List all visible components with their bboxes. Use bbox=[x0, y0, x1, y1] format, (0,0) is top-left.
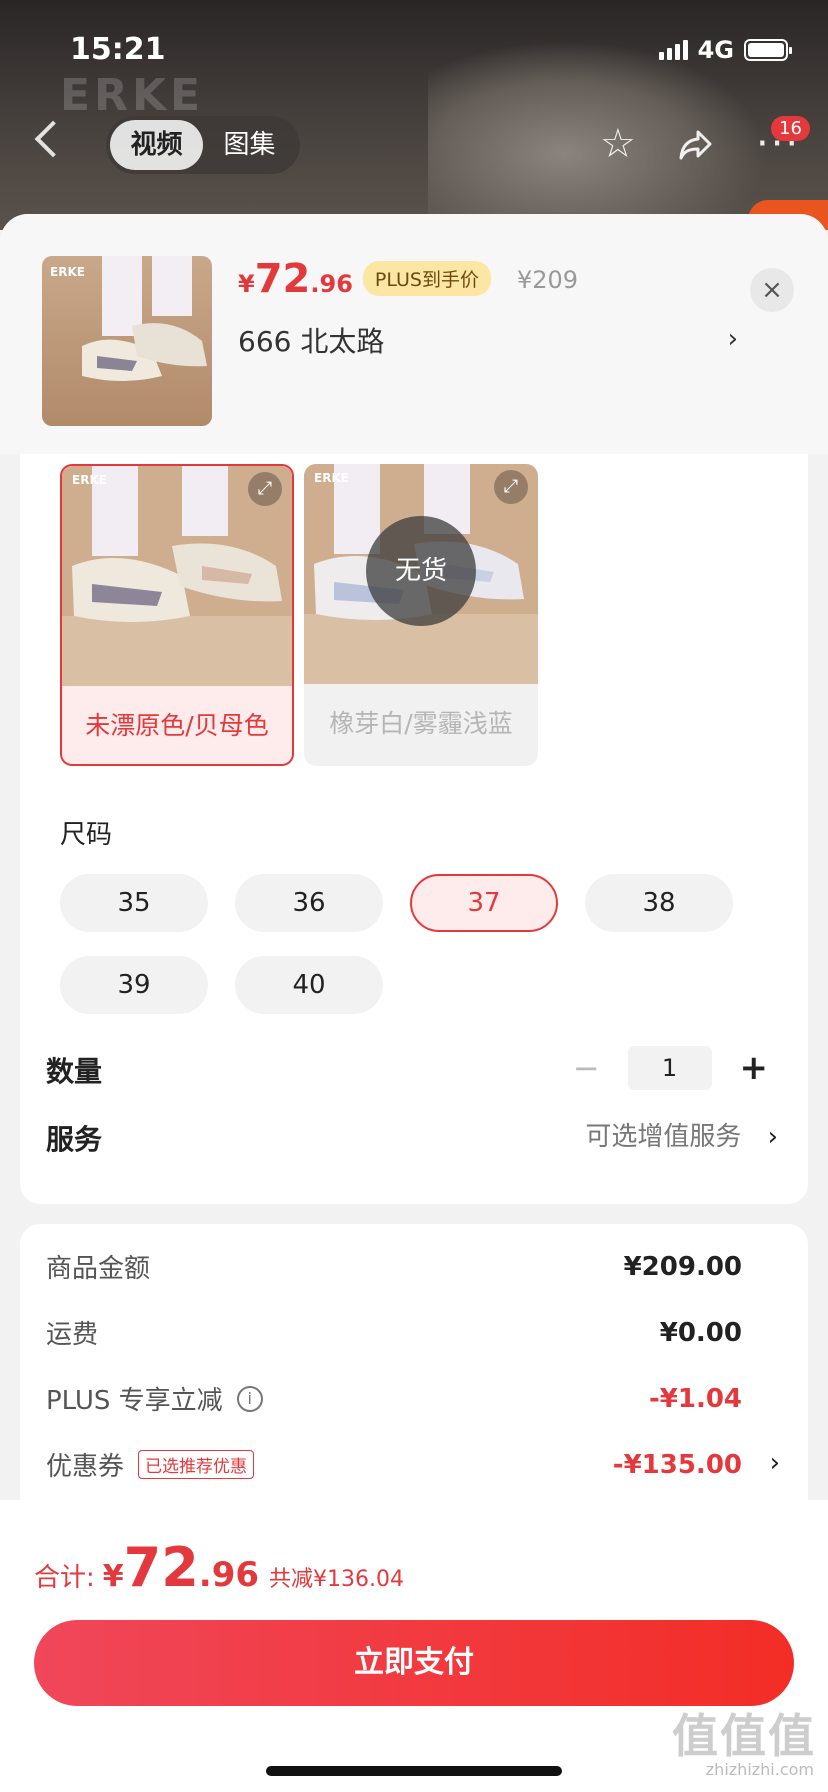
price-row: ¥ 72 .96 PLUS到手价 ¥209 bbox=[238, 256, 578, 302]
tab-video[interactable]: 视频 bbox=[110, 120, 203, 170]
color-option-label: 橡芽白/雾霾浅蓝 bbox=[329, 709, 513, 738]
coupon-status-tag: 已选推荐优惠 bbox=[138, 1450, 255, 1479]
total-decimal: .96 bbox=[198, 1555, 260, 1595]
expand-icon[interactable]: ⤢ bbox=[248, 472, 282, 506]
goods-amount-value: ¥209.00 bbox=[623, 1251, 742, 1282]
svg-text:ERKE: ERKE bbox=[50, 265, 85, 279]
svg-text:ERKE: ERKE bbox=[314, 471, 349, 485]
chevron-right-icon[interactable]: › bbox=[770, 1448, 780, 1478]
media-tabs: 视频 图集 bbox=[106, 116, 300, 174]
shipping-value: ¥0.00 bbox=[659, 1317, 742, 1348]
expand-icon[interactable]: ⤢ bbox=[494, 470, 528, 504]
size-option-40[interactable]: 40 bbox=[235, 956, 383, 1014]
share-icon[interactable] bbox=[676, 124, 716, 171]
shipping-row: 运费 ¥0.00 bbox=[46, 1314, 742, 1351]
goods-amount-label: 商品金额 bbox=[46, 1254, 151, 1284]
quantity-label: 数量 bbox=[46, 1055, 103, 1088]
status-indicators: 4G bbox=[658, 36, 792, 64]
home-indicator[interactable] bbox=[266, 1766, 562, 1776]
pay-now-button[interactable]: 立即支付 bbox=[34, 1620, 794, 1706]
status-time: 15:21 bbox=[70, 32, 166, 67]
quantity-input[interactable]: 1 bbox=[627, 1046, 712, 1090]
service-label: 服务 bbox=[46, 1123, 103, 1156]
goods-amount-row: 商品金额 ¥209.00 bbox=[46, 1248, 742, 1285]
size-title: 尺码 bbox=[60, 820, 113, 850]
coupon-label-group: 优惠券 已选推荐优惠 bbox=[46, 1446, 255, 1483]
plus-discount-value: -¥1.04 bbox=[648, 1383, 742, 1414]
plus-discount-label: PLUS 专享立减 bbox=[46, 1386, 223, 1416]
network-type: 4G bbox=[697, 36, 734, 64]
original-price: ¥209 bbox=[516, 266, 579, 294]
coupon-label: 优惠券 bbox=[46, 1452, 125, 1482]
total-label: 合计: bbox=[34, 1563, 95, 1593]
color-option-0[interactable]: ERKE ⤢ 未漂原色/贝母色 bbox=[60, 464, 294, 766]
service-value: 可选增值服务 bbox=[585, 1122, 742, 1152]
svg-text:ERKE: ERKE bbox=[72, 473, 107, 487]
quantity-plus-button[interactable]: + bbox=[740, 1048, 769, 1088]
plus-price-tag: PLUS到手价 bbox=[362, 261, 491, 296]
plus-discount-row: PLUS 专享立减 i -¥1.04 bbox=[46, 1380, 742, 1417]
out-of-stock-badge: 无货 bbox=[366, 516, 476, 626]
star-icon[interactable]: ☆ bbox=[600, 124, 636, 164]
quantity-minus-button[interactable]: − bbox=[573, 1049, 600, 1087]
sheet-header: ERKE ¥ 72 .96 PLUS到手价 ¥209 666 北太路 › × bbox=[0, 214, 828, 454]
color-option-label: 未漂原色/贝母色 bbox=[85, 711, 269, 740]
info-icon[interactable]: i bbox=[236, 1385, 263, 1412]
shipping-label: 运费 bbox=[46, 1320, 99, 1350]
checkout-bar: 合计: ¥ 72 .96 共减¥136.04 立即支付 值值值 zhizhizh… bbox=[0, 1500, 828, 1792]
plus-discount-label-group: PLUS 专享立减 i bbox=[46, 1380, 263, 1417]
signal-icon bbox=[658, 40, 688, 60]
product-thumbnail[interactable]: ERKE bbox=[42, 256, 212, 426]
battery-icon bbox=[744, 39, 792, 61]
total-symbol: ¥ bbox=[102, 1559, 124, 1594]
total-savings: 共减¥136.04 bbox=[269, 1567, 405, 1592]
size-option-38[interactable]: 38 bbox=[585, 874, 733, 932]
coupon-value: -¥135.00 bbox=[612, 1449, 742, 1480]
color-option-image: ERKE ⤢ 无货 bbox=[304, 464, 538, 684]
options-card: ERKE ⤢ 未漂原色/贝母色 ERKE ⤢ 无货 橡芽白/雾霾浅蓝 尺码 35… bbox=[20, 394, 808, 1204]
brand-logo: ERKE bbox=[60, 70, 205, 121]
service-selector[interactable]: 可选增值服务 › bbox=[585, 1116, 778, 1153]
price-breakdown-card: 商品金额 ¥209.00 运费 ¥0.00 PLUS 专享立减 i -¥1.04… bbox=[20, 1224, 808, 1524]
hero-shoe-image bbox=[428, 40, 768, 230]
color-option-image: ERKE ⤢ bbox=[62, 466, 292, 686]
coupon-row[interactable]: 优惠券 已选推荐优惠 -¥135.00 bbox=[46, 1446, 742, 1483]
price-symbol: ¥ bbox=[238, 270, 255, 298]
quantity-stepper: − 1 + bbox=[573, 1046, 768, 1090]
size-option-37[interactable]: 37 bbox=[410, 874, 558, 932]
chevron-right-icon: › bbox=[767, 1122, 778, 1152]
total-integer: 72 bbox=[123, 1536, 199, 1599]
watermark-logo: 值值值 bbox=[672, 1709, 816, 1763]
tab-gallery[interactable]: 图集 bbox=[203, 120, 296, 170]
watermark-url: zhizhizhi.com bbox=[705, 1760, 814, 1779]
cart-badge: 16 bbox=[771, 116, 810, 141]
price-integer: 72 bbox=[254, 256, 311, 302]
delivery-address[interactable]: 666 北太路 bbox=[238, 320, 384, 360]
total-row: 合计: ¥ 72 .96 共减¥136.04 bbox=[34, 1536, 404, 1599]
close-button[interactable]: × bbox=[750, 268, 794, 312]
size-option-36[interactable]: 36 bbox=[235, 874, 383, 932]
size-option-35[interactable]: 35 bbox=[60, 874, 208, 932]
color-option-1[interactable]: ERKE ⤢ 无货 橡芽白/雾霾浅蓝 bbox=[304, 464, 538, 766]
chevron-right-icon[interactable]: › bbox=[728, 324, 738, 354]
size-option-39[interactable]: 39 bbox=[60, 956, 208, 1014]
price-decimal: .96 bbox=[310, 270, 353, 298]
